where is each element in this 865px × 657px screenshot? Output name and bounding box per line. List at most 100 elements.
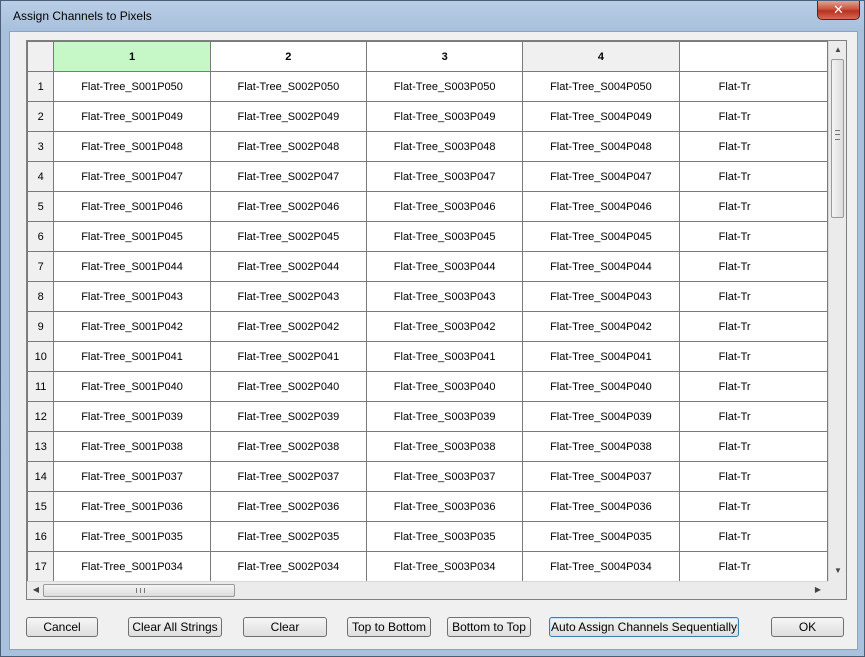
table-cell[interactable]: Flat-Tree_S003P034 — [365, 551, 524, 581]
table-cell[interactable]: Flat-Tree_S002P038 — [209, 431, 368, 462]
row-header[interactable]: 7 — [27, 251, 55, 282]
table-cell[interactable]: Flat-Tree_S003P039 — [365, 401, 524, 432]
table-cell[interactable]: Flat-Tree_S003P042 — [365, 311, 524, 342]
table-cell[interactable]: Flat-Tr — [678, 491, 828, 522]
table-cell[interactable]: Flat-Tree_S001P037 — [53, 461, 211, 492]
top-to-bottom-button[interactable]: Top to Bottom — [347, 617, 431, 637]
column-header[interactable]: 2 — [209, 41, 368, 72]
row-header[interactable]: 6 — [27, 221, 55, 252]
column-header[interactable] — [678, 41, 828, 72]
table-cell[interactable]: Flat-Tr — [678, 161, 828, 192]
table-cell[interactable]: Flat-Tree_S004P036 — [522, 491, 680, 522]
table-cell[interactable]: Flat-Tr — [678, 461, 828, 492]
title-bar[interactable]: Assign Channels to Pixels ✕ — [1, 1, 864, 31]
table-cell[interactable]: Flat-Tr — [678, 551, 828, 581]
table-cell[interactable]: Flat-Tree_S002P041 — [209, 341, 368, 372]
table-cell[interactable]: Flat-Tree_S002P035 — [209, 521, 368, 552]
table-cell[interactable]: Flat-Tree_S003P049 — [365, 101, 524, 132]
row-header[interactable]: 9 — [27, 311, 55, 342]
table-cell[interactable]: Flat-Tree_S004P035 — [522, 521, 680, 552]
scroll-up-arrow-icon[interactable]: ▲ — [830, 42, 846, 58]
table-cell[interactable]: Flat-Tr — [678, 341, 828, 372]
table-cell[interactable]: Flat-Tree_S002P047 — [209, 161, 368, 192]
table-cell[interactable]: Flat-Tree_S002P046 — [209, 191, 368, 222]
table-cell[interactable]: Flat-Tree_S003P035 — [365, 521, 524, 552]
row-header[interactable]: 8 — [27, 281, 55, 312]
table-cell[interactable]: Flat-Tree_S002P050 — [209, 71, 368, 102]
vertical-scrollbar[interactable]: ▲ ▼ — [828, 41, 846, 581]
row-header[interactable]: 17 — [27, 551, 55, 581]
table-cell[interactable]: Flat-Tree_S001P042 — [53, 311, 211, 342]
table-cell[interactable]: Flat-Tr — [678, 401, 828, 432]
table-cell[interactable]: Flat-Tr — [678, 431, 828, 462]
table-cell[interactable]: Flat-Tr — [678, 71, 828, 102]
row-header[interactable]: 15 — [27, 491, 55, 522]
row-header[interactable]: 1 — [27, 71, 55, 102]
table-cell[interactable]: Flat-Tree_S003P048 — [365, 131, 524, 162]
clear-all-strings-button[interactable]: Clear All Strings — [128, 617, 222, 637]
clear-button[interactable]: Clear — [243, 617, 327, 637]
table-cell[interactable]: Flat-Tree_S004P034 — [522, 551, 680, 581]
ok-button[interactable]: OK — [771, 617, 844, 637]
row-header[interactable]: 3 — [27, 131, 55, 162]
table-cell[interactable]: Flat-Tree_S002P037 — [209, 461, 368, 492]
table-cell[interactable]: Flat-Tree_S001P047 — [53, 161, 211, 192]
table-cell[interactable]: Flat-Tree_S001P043 — [53, 281, 211, 312]
table-cell[interactable]: Flat-Tree_S004P044 — [522, 251, 680, 282]
horizontal-scrollbar[interactable]: ◀ ▶ — [27, 581, 828, 599]
table-cell[interactable]: Flat-Tree_S004P042 — [522, 311, 680, 342]
table-cell[interactable]: Flat-Tree_S003P050 — [365, 71, 524, 102]
vertical-scroll-thumb[interactable] — [831, 59, 844, 218]
table-cell[interactable]: Flat-Tree_S001P035 — [53, 521, 211, 552]
column-header[interactable]: 4 — [522, 41, 680, 72]
table-cell[interactable]: Flat-Tree_S004P043 — [522, 281, 680, 312]
column-header[interactable]: 3 — [365, 41, 524, 72]
row-header[interactable]: 10 — [27, 341, 55, 372]
table-cell[interactable]: Flat-Tree_S004P039 — [522, 401, 680, 432]
table-cell[interactable]: Flat-Tree_S002P048 — [209, 131, 368, 162]
table-cell[interactable]: Flat-Tree_S004P037 — [522, 461, 680, 492]
table-cell[interactable]: Flat-Tree_S002P045 — [209, 221, 368, 252]
scroll-right-arrow-icon[interactable]: ▶ — [810, 582, 826, 598]
table-cell[interactable]: Flat-Tree_S002P034 — [209, 551, 368, 581]
table-cell[interactable]: Flat-Tree_S001P049 — [53, 101, 211, 132]
table-cell[interactable]: Flat-Tree_S003P046 — [365, 191, 524, 222]
row-header[interactable]: 14 — [27, 461, 55, 492]
close-button[interactable]: ✕ — [817, 1, 860, 20]
table-cell[interactable]: Flat-Tree_S004P049 — [522, 101, 680, 132]
table-cell[interactable]: Flat-Tree_S004P048 — [522, 131, 680, 162]
table-cell[interactable]: Flat-Tree_S004P040 — [522, 371, 680, 402]
table-cell[interactable]: Flat-Tree_S001P039 — [53, 401, 211, 432]
table-cell[interactable]: Flat-Tree_S002P042 — [209, 311, 368, 342]
table-cell[interactable]: Flat-Tree_S002P036 — [209, 491, 368, 522]
table-cell[interactable]: Flat-Tree_S001P036 — [53, 491, 211, 522]
table-cell[interactable]: Flat-Tree_S002P049 — [209, 101, 368, 132]
table-cell[interactable]: Flat-Tree_S002P043 — [209, 281, 368, 312]
row-header[interactable]: 5 — [27, 191, 55, 222]
table-cell[interactable]: Flat-Tree_S001P038 — [53, 431, 211, 462]
table-cell[interactable]: Flat-Tree_S001P045 — [53, 221, 211, 252]
table-cell[interactable]: Flat-Tree_S003P040 — [365, 371, 524, 402]
column-header[interactable]: 1 — [53, 41, 211, 72]
row-header[interactable]: 2 — [27, 101, 55, 132]
grid-corner[interactable] — [27, 41, 55, 72]
table-cell[interactable]: Flat-Tree_S004P038 — [522, 431, 680, 462]
table-cell[interactable]: Flat-Tree_S002P044 — [209, 251, 368, 282]
scroll-down-arrow-icon[interactable]: ▼ — [830, 563, 846, 579]
table-cell[interactable]: Flat-Tree_S001P041 — [53, 341, 211, 372]
row-header[interactable]: 11 — [27, 371, 55, 402]
table-cell[interactable]: Flat-Tree_S003P043 — [365, 281, 524, 312]
scroll-left-arrow-icon[interactable]: ◀ — [28, 582, 44, 598]
table-cell[interactable]: Flat-Tree_S004P045 — [522, 221, 680, 252]
table-cell[interactable]: Flat-Tr — [678, 371, 828, 402]
table-cell[interactable]: Flat-Tree_S001P048 — [53, 131, 211, 162]
table-cell[interactable]: Flat-Tr — [678, 281, 828, 312]
table-cell[interactable]: Flat-Tr — [678, 251, 828, 282]
cancel-button[interactable]: Cancel — [26, 617, 98, 637]
table-cell[interactable]: Flat-Tree_S002P039 — [209, 401, 368, 432]
table-cell[interactable]: Flat-Tr — [678, 131, 828, 162]
auto-assign-channels-button[interactable]: Auto Assign Channels Sequentially — [549, 617, 739, 637]
table-cell[interactable]: Flat-Tree_S004P041 — [522, 341, 680, 372]
table-cell[interactable]: Flat-Tree_S003P044 — [365, 251, 524, 282]
table-cell[interactable]: Flat-Tr — [678, 521, 828, 552]
